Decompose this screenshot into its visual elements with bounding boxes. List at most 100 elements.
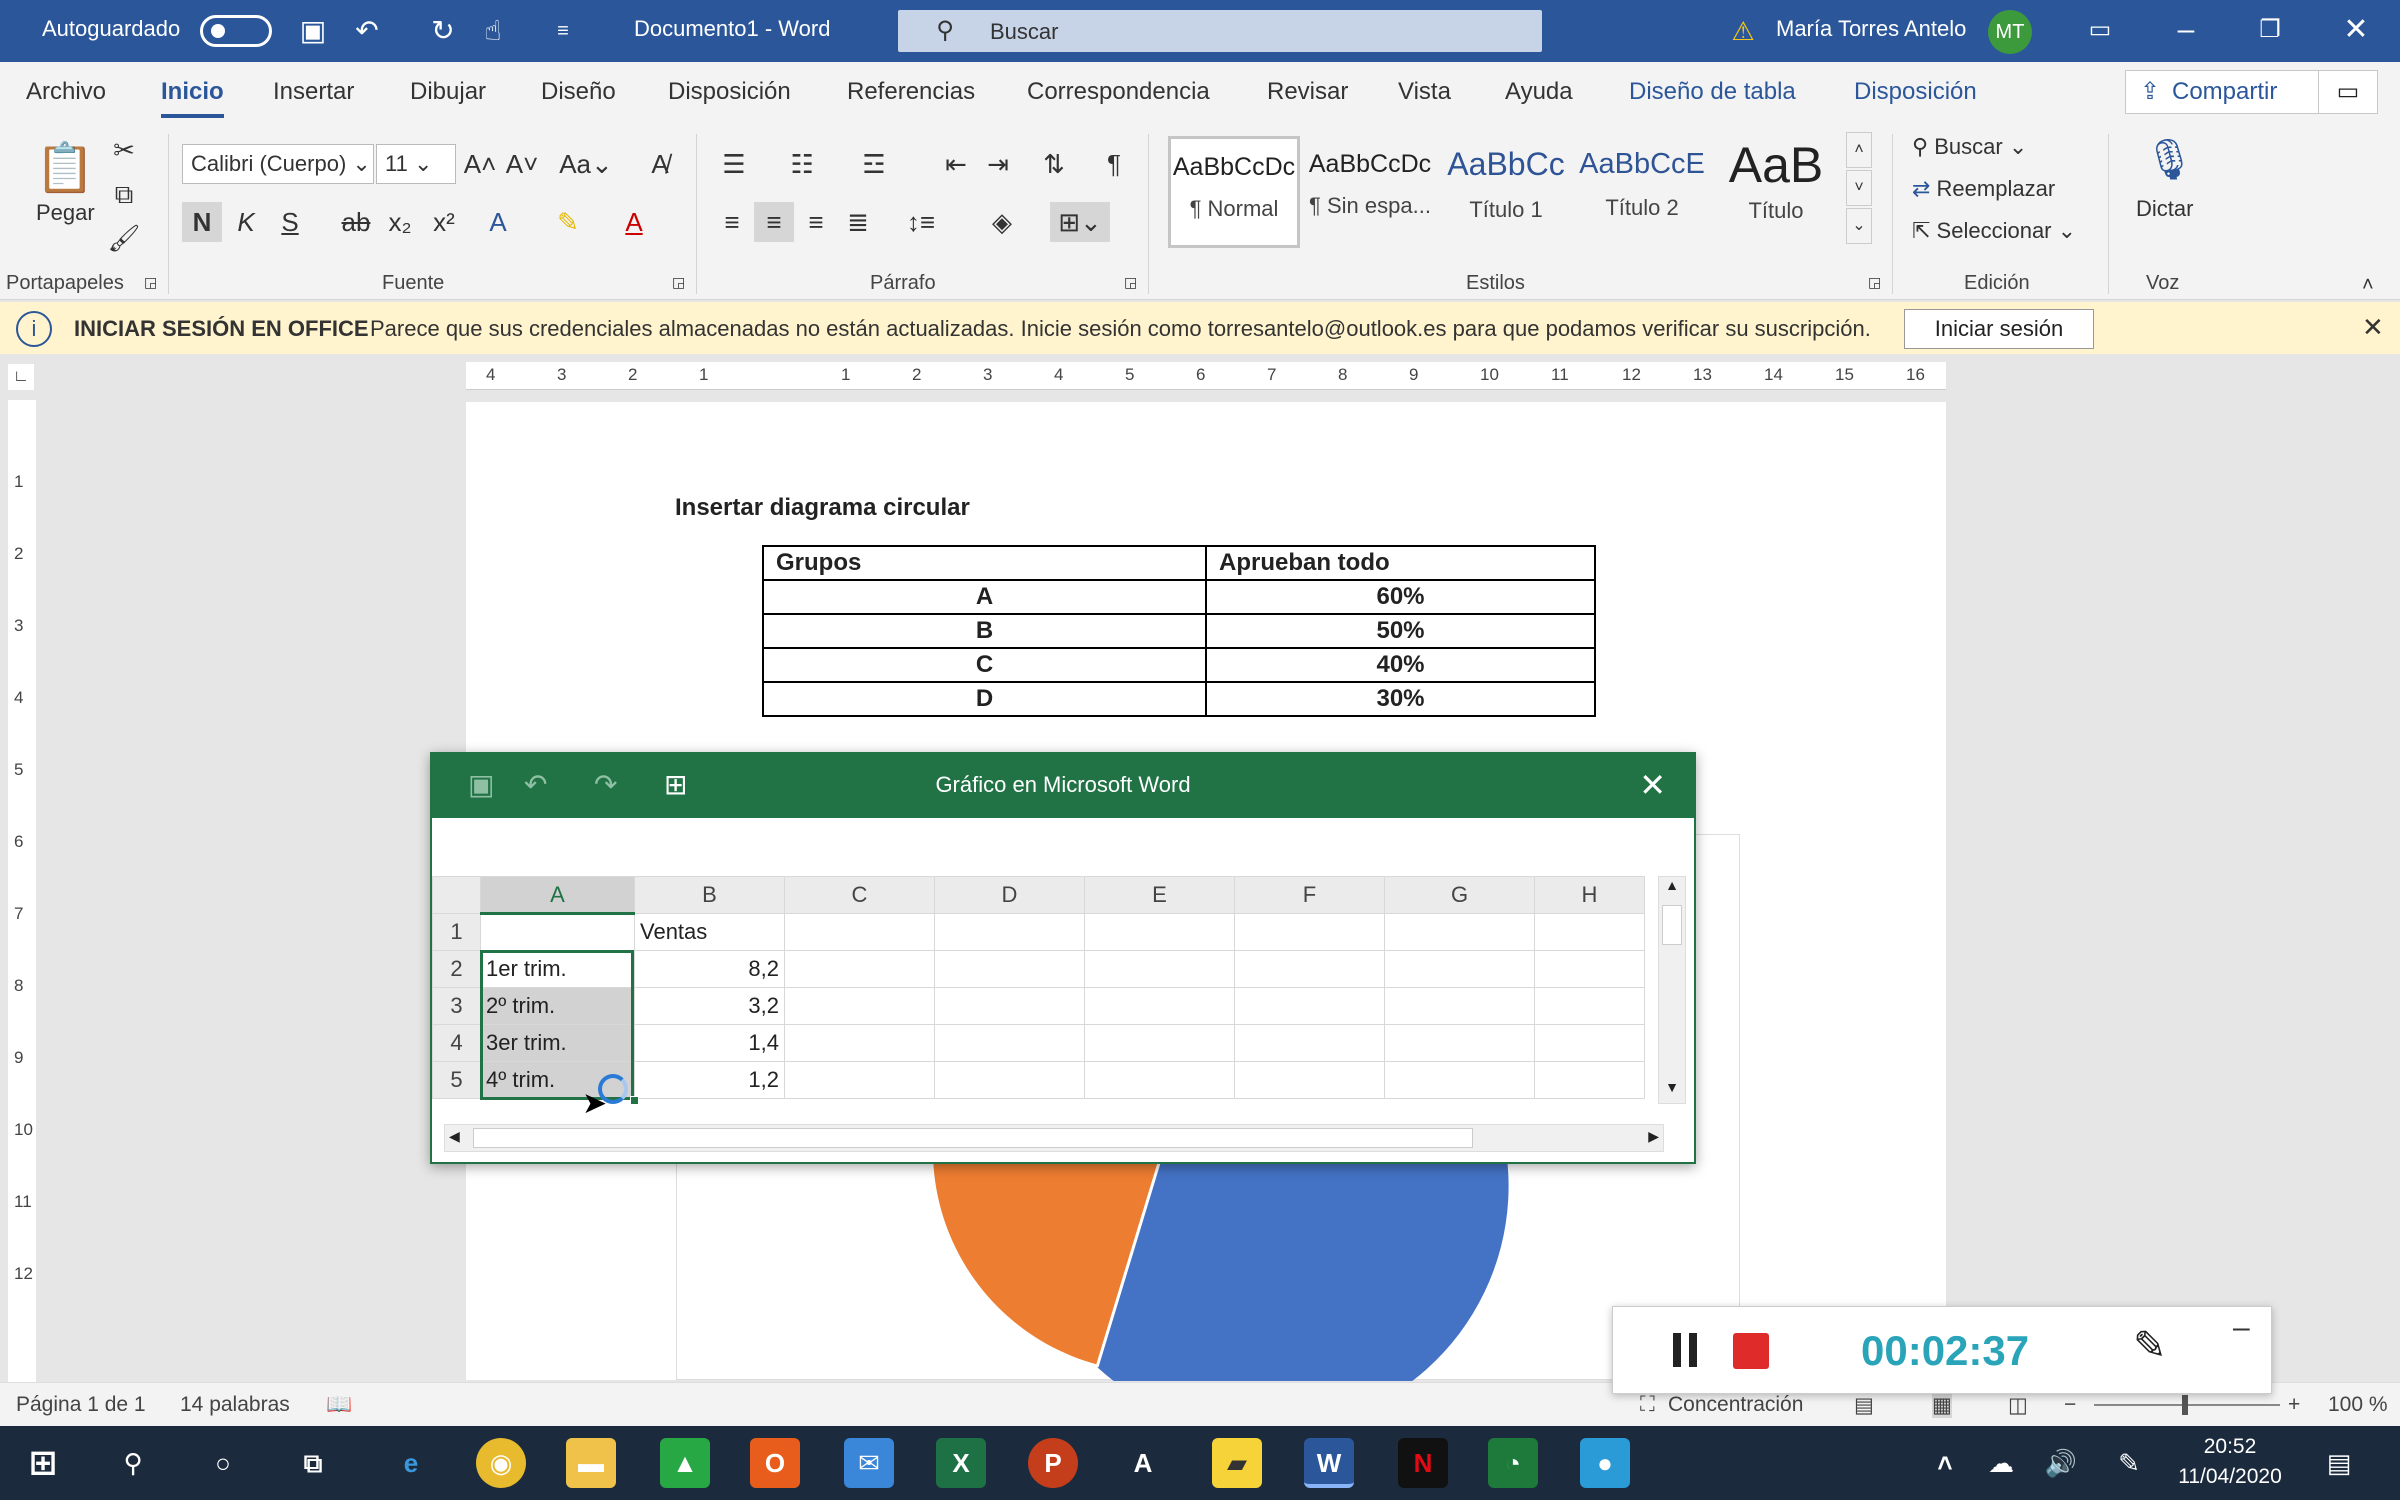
chrome-icon[interactable]: ◉ (476, 1438, 526, 1488)
pen-icon[interactable]: ✎ (2133, 1323, 2167, 1369)
cell[interactable] (1084, 913, 1235, 951)
table-cell[interactable]: 50% (1205, 613, 1596, 649)
ribbon-display-icon[interactable]: ▭ (2060, 0, 2140, 62)
font-app-icon[interactable]: A (1118, 1438, 1168, 1488)
column-header-c[interactable]: C (784, 876, 935, 914)
vertical-scrollbar[interactable]: ▲ ▼ (1658, 876, 1686, 1104)
office-icon[interactable]: O (750, 1438, 800, 1488)
format-painter-icon[interactable]: 🖌 (104, 218, 144, 258)
read-mode-icon[interactable]: ▤ (1854, 1393, 1874, 1418)
cell[interactable] (784, 987, 935, 1025)
line-spacing-icon[interactable]: ↕≡ (896, 202, 946, 242)
cortana-icon[interactable]: ○ (198, 1438, 248, 1488)
tab-dibujar[interactable]: Dibujar (410, 78, 486, 106)
zoom-slider-thumb[interactable] (2182, 1395, 2188, 1415)
tab-selector-icon[interactable]: ∟ (8, 364, 34, 390)
table-header-cell[interactable]: Grupos (762, 545, 1207, 581)
row-header[interactable]: 4 (432, 1024, 481, 1062)
tab-insertar[interactable]: Insertar (273, 78, 354, 106)
table-cell[interactable]: B (762, 613, 1207, 649)
cell[interactable] (934, 1061, 1085, 1099)
volume-icon[interactable]: 🔊 (2036, 1438, 2086, 1488)
cut-icon[interactable]: ✂ (104, 130, 144, 170)
vertical-ruler[interactable]: 1 2 3 4 5 6 7 8 9 10 11 12 (8, 400, 36, 1400)
cell[interactable] (1534, 913, 1645, 951)
cell-b5[interactable]: 1,2 (634, 1061, 785, 1099)
cell-a1[interactable] (480, 913, 635, 951)
user-name[interactable]: María Torres Antelo (1776, 16, 1966, 42)
show-hidden-icons-icon[interactable]: ˄ (1920, 1438, 1970, 1488)
text-effects-icon[interactable]: A (478, 202, 518, 242)
scroll-down-icon[interactable]: ▼ (1659, 1079, 1685, 1103)
save-icon[interactable]: ▣ (296, 14, 330, 48)
zoom-out-icon[interactable]: − (2064, 1393, 2076, 1417)
table-cell[interactable]: 30% (1205, 681, 1596, 717)
grow-font-icon[interactable]: A˄ (460, 144, 500, 184)
column-header-f[interactable]: F (1234, 876, 1385, 914)
cell[interactable] (1084, 950, 1235, 988)
cell[interactable] (1084, 987, 1235, 1025)
style-sin-espaciado[interactable]: AaBbCcDc ¶ Sin espa... (1304, 136, 1436, 248)
cell[interactable] (1534, 1024, 1645, 1062)
spreadsheet-grid[interactable]: A B C D E F G H 1 Ventas 2 1er trim. 8,2… (432, 876, 1645, 1099)
comments-button[interactable]: ▭ (2318, 70, 2378, 114)
row-header[interactable]: 1 (432, 913, 481, 951)
justify-icon[interactable]: ≣ (838, 202, 878, 242)
netflix-icon[interactable]: N (1398, 1438, 1448, 1488)
row-header[interactable]: 3 (432, 987, 481, 1025)
cell-b4[interactable]: 1,4 (634, 1024, 785, 1062)
proofing-icon[interactable]: 📖 (326, 1393, 352, 1417)
scroll-up-icon[interactable]: ▲ (1659, 877, 1685, 901)
touch-mode-icon[interactable]: ☝ (476, 14, 510, 48)
show-marks-icon[interactable]: ¶ (1094, 144, 1134, 184)
shading-icon[interactable]: ◈ (982, 202, 1022, 242)
avatar[interactable]: MT (1988, 10, 2032, 54)
row-header[interactable]: 5 (432, 1061, 481, 1099)
cell-a2[interactable]: 1er trim. (480, 950, 635, 988)
close-notification-icon[interactable]: ✕ (2362, 312, 2384, 343)
autosave-toggle[interactable] (200, 15, 272, 47)
column-header-b[interactable]: B (634, 876, 785, 914)
cell[interactable] (1084, 1061, 1235, 1099)
superscript-button[interactable]: x² (424, 202, 464, 242)
align-left-icon[interactable]: ≡ (712, 202, 752, 242)
styles-scroll-up-icon[interactable]: ˄ (1846, 132, 1872, 168)
undo-icon[interactable]: ↶ (350, 14, 384, 48)
row-header[interactable]: 2 (432, 950, 481, 988)
table-cell[interactable]: D (762, 681, 1207, 717)
cell[interactable] (784, 1061, 935, 1099)
file-explorer-icon[interactable]: ▬ (566, 1438, 616, 1488)
pause-icon[interactable] (1673, 1333, 1681, 1367)
style-titulo-2[interactable]: AaBbCcE Título 2 (1576, 136, 1708, 248)
align-center-icon[interactable]: ≡ (754, 202, 794, 242)
cell[interactable] (1534, 1061, 1645, 1099)
increase-indent-icon[interactable]: ⇥ (978, 144, 1018, 184)
close-chart-data-icon[interactable]: ✕ (1639, 766, 1666, 804)
cell[interactable] (1534, 950, 1645, 988)
style-titulo[interactable]: AaB Título (1710, 136, 1842, 248)
paste-label[interactable]: Pegar (36, 200, 95, 226)
select-button[interactable]: ⇱ Seleccionar ⌄ (1912, 218, 2076, 244)
strikethrough-button[interactable]: ab (336, 202, 376, 242)
cell-a3[interactable]: 2º trim. (480, 987, 635, 1025)
column-header-h[interactable]: H (1534, 876, 1645, 914)
scroll-right-icon[interactable]: ▶ (1648, 1128, 1659, 1145)
paste-icon[interactable]: 📋 (30, 134, 100, 204)
redo-icon[interactable]: ↻ (426, 14, 460, 48)
stop-icon[interactable] (1733, 1333, 1769, 1369)
windows-start-icon[interactable]: ⊞ (18, 1438, 68, 1488)
cell-b3[interactable]: 3,2 (634, 987, 785, 1025)
tab-correspondencia[interactable]: Correspondencia (1027, 78, 1210, 106)
sort-icon[interactable]: ⇅ (1034, 144, 1074, 184)
focus-icon[interactable]: ⛶ (1640, 1393, 1655, 1417)
search-icon[interactable]: ⚲ (108, 1438, 158, 1488)
mail-icon[interactable]: ✉ (844, 1438, 894, 1488)
scroll-left-icon[interactable]: ◀ (449, 1128, 460, 1145)
cell[interactable] (934, 950, 1085, 988)
wifi-app-icon[interactable]: ◔ (1488, 1438, 1538, 1488)
task-view-icon[interactable]: ⧉ (288, 1438, 338, 1488)
word-icon[interactable]: W (1304, 1438, 1354, 1488)
tab-ayuda[interactable]: Ayuda (1505, 78, 1573, 106)
cell[interactable] (1234, 987, 1385, 1025)
decrease-indent-icon[interactable]: ⇤ (936, 144, 976, 184)
